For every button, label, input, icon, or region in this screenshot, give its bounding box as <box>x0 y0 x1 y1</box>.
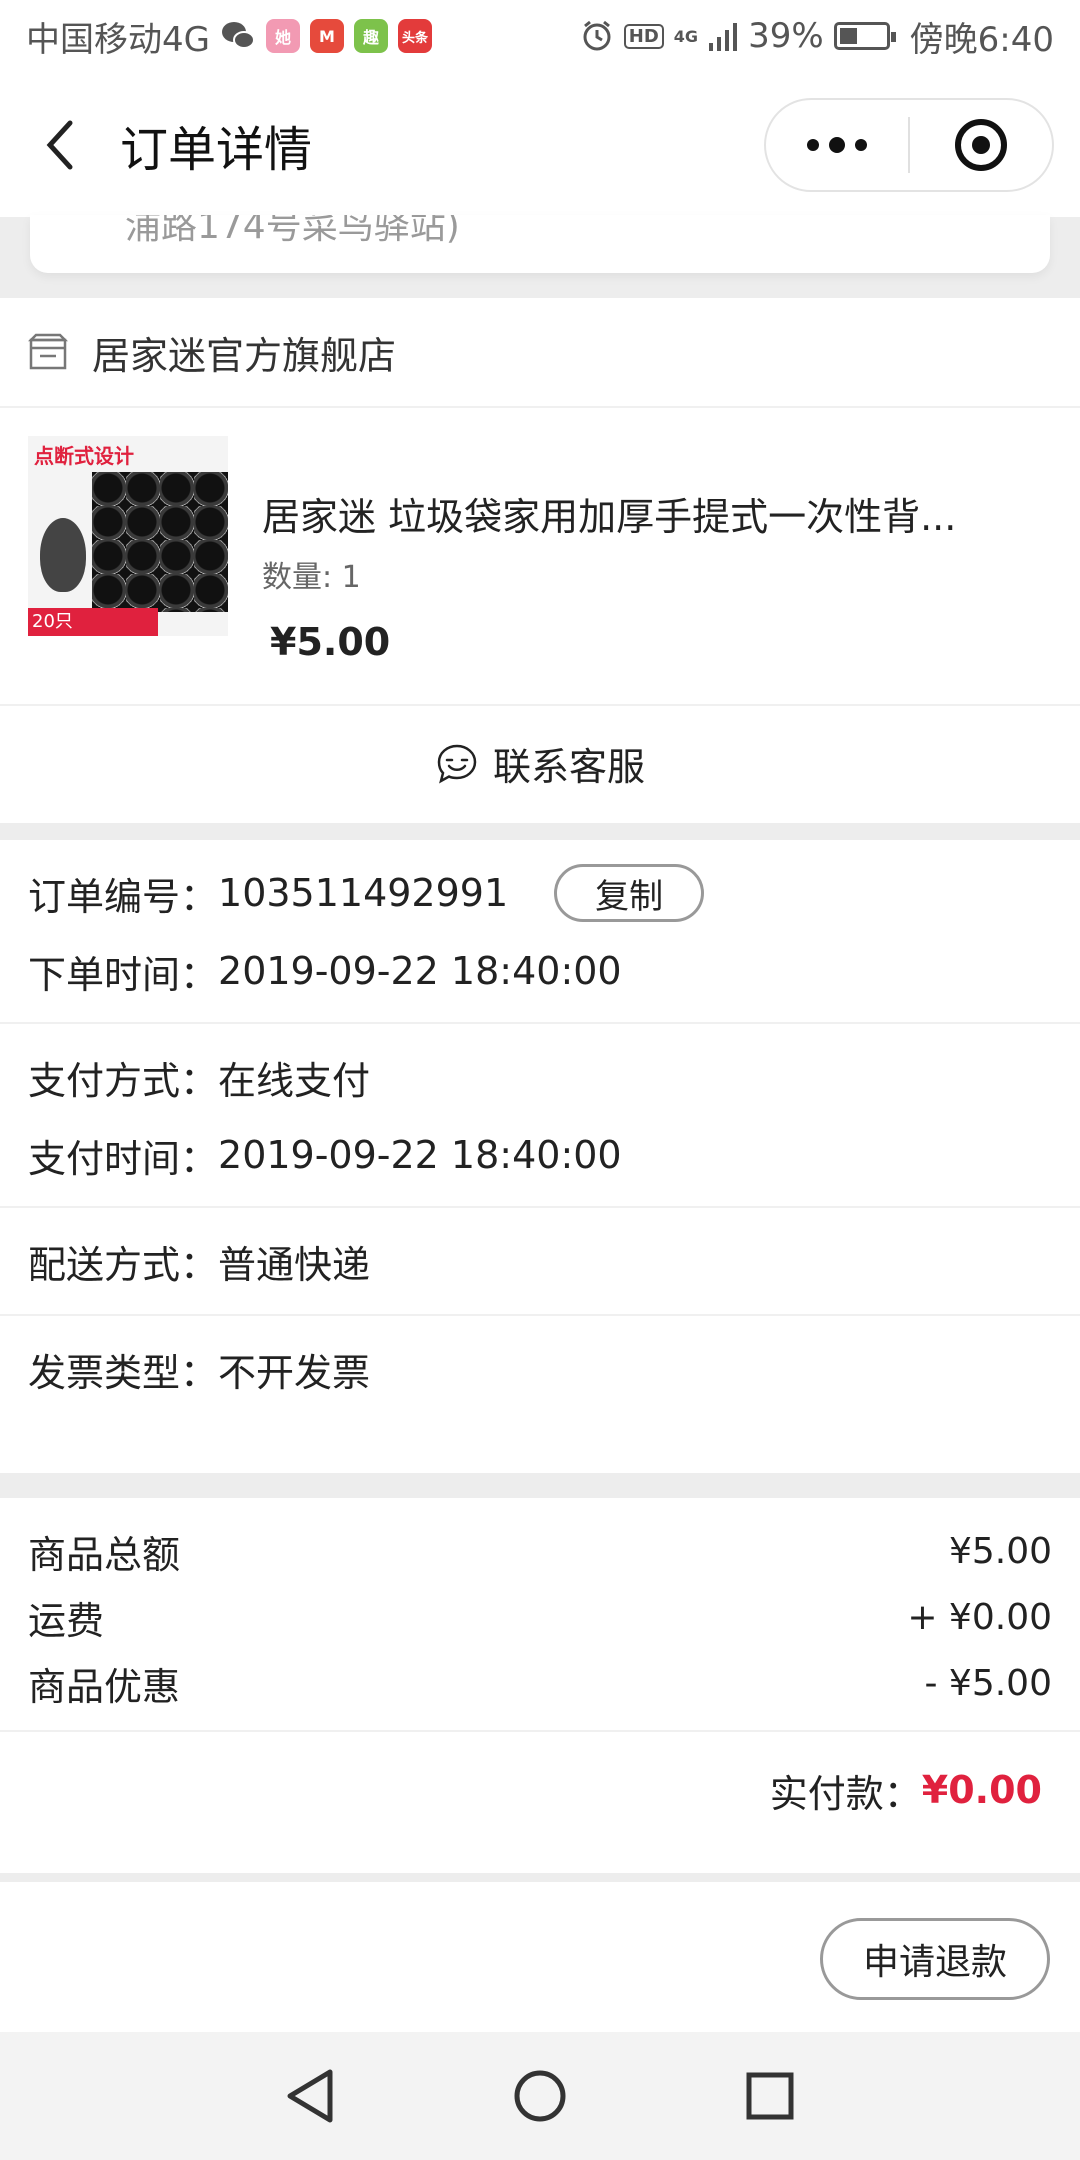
contact-service-button[interactable]: 联系客服 <box>0 706 1080 821</box>
delivery-info-group: 配送方式： 普通快递 <box>0 1208 1080 1316</box>
thumb-banner: 点断式设计 <box>34 444 134 468</box>
smile-chat-icon <box>437 744 477 784</box>
pay-method-value: 在线支付 <box>218 1058 371 1103</box>
network-type: 4G <box>673 26 699 46</box>
back-button[interactable] <box>0 72 120 217</box>
discount-row: 商品优惠 - ¥5.00 <box>28 1650 1052 1716</box>
store-row[interactable]: 居家迷官方旗舰店 <box>0 298 1080 408</box>
refund-button[interactable]: 申请退款 <box>820 1918 1050 2000</box>
product-price: ¥5.00 <box>270 620 391 664</box>
circle-home-icon <box>514 2070 566 2122</box>
delivery-value: 普通快递 <box>218 1242 371 1287</box>
wechat-icon <box>221 22 255 49</box>
thumb-rolls-image <box>92 472 228 612</box>
status-bar: 中国移动4G 她 M 趣 头条 HD 4G 39% 傍晚6:40 <box>0 0 1080 72</box>
thumb-tag: 20只 <box>28 608 158 636</box>
order-number-row: 订单编号： 103511492991 复制 <box>28 854 1052 932</box>
subtotal-row: 商品总额 ¥5.00 <box>28 1518 1052 1584</box>
pay-time-row: 支付时间： 2019-09-22 18:40:00 <box>28 1116 1052 1194</box>
store-panel: 居家迷官方旗舰店 点断式设计 20只 居家迷 垃圾袋家用加厚手提式一次性背...… <box>0 298 1080 823</box>
order-time-label: 下单时间： <box>28 952 219 997</box>
nav-bar: 订单详情 <box>0 72 1080 217</box>
payment-info-group: 支付方式： 在线支付 支付时间： 2019-09-22 18:40:00 <box>0 1024 1080 1208</box>
pay-time-value: 2019-09-22 18:40:00 <box>218 1133 622 1177</box>
thumb-bag-image <box>40 518 86 592</box>
invoice-value: 不开发票 <box>218 1350 371 1395</box>
bottom-action-bar: 申请退款 <box>0 1882 1080 2032</box>
app-icon-1: 她 <box>265 19 300 53</box>
status-bar-right: HD 4G 39% 傍晚6:40 <box>580 12 1054 61</box>
more-button[interactable] <box>766 137 908 153</box>
amount-list: 商品总额 ¥5.00 运费 + ¥0.00 商品优惠 - ¥5.00 <box>0 1498 1080 1732</box>
paid-row: 实付款： ¥0.00 <box>0 1732 1080 1848</box>
shipping-label: 运费 <box>28 1598 105 1643</box>
delivery-row: 配送方式： 普通快递 <box>28 1222 1052 1300</box>
invoice-row: 发票类型： 不开发票 <box>28 1330 1052 1408</box>
delivery-label: 配送方式： <box>28 1242 219 1287</box>
more-dot-right <box>855 139 867 151</box>
order-time-value: 2019-09-22 18:40:00 <box>218 949 622 993</box>
system-nav-bar <box>0 2032 1080 2160</box>
discount-value: - ¥5.00 <box>924 1662 1053 1704</box>
close-miniprogram-button[interactable] <box>910 119 1052 171</box>
product-item[interactable]: 点断式设计 20只 居家迷 垃圾袋家用加厚手提式一次性背... 数量: 1 ¥5… <box>0 408 1080 706</box>
address-card[interactable]: 浦路174号菜鸟驿站) <box>30 215 1050 273</box>
store-name: 居家迷官方旗舰店 <box>92 333 397 378</box>
order-info-panel: 订单编号： 103511492991 复制 下单时间： 2019-09-22 1… <box>0 840 1080 1473</box>
invoice-info-group: 发票类型： 不开发票 <box>0 1316 1080 1422</box>
app-icon-3: 趣 <box>353 19 388 53</box>
toutiao-icon: 头条 <box>397 19 432 53</box>
status-bar-left: 中国移动4G 她 M 趣 头条 <box>26 12 432 61</box>
battery-icon <box>833 22 896 50</box>
order-number-value: 103511492991 <box>218 871 509 915</box>
subtotal-value: ¥5.00 <box>948 1530 1052 1572</box>
shipping-row: 运费 + ¥0.00 <box>28 1584 1052 1650</box>
nav-recents-button[interactable] <box>740 2066 800 2126</box>
more-dots-icon <box>807 139 819 151</box>
pay-method-label: 支付方式： <box>28 1058 219 1103</box>
pay-method-row: 支付方式： 在线支付 <box>28 1038 1052 1116</box>
carrier-label: 中国移动4G <box>26 19 210 60</box>
nav-home-button[interactable] <box>510 2066 570 2126</box>
nav-back-button[interactable] <box>280 2066 340 2126</box>
store-icon <box>28 333 68 370</box>
copy-button[interactable]: 复制 <box>554 864 705 922</box>
signal-icon <box>709 23 738 51</box>
target-icon <box>955 119 1007 171</box>
page-title: 订单详情 <box>120 121 313 178</box>
order-info-group: 订单编号： 103511492991 复制 下单时间： 2019-09-22 1… <box>0 840 1080 1024</box>
product-title: 居家迷 垃圾袋家用加厚手提式一次性背... <box>262 495 957 539</box>
shipping-value: + ¥0.00 <box>907 1596 1052 1638</box>
paid-amount: ¥0.00 <box>921 1768 1042 1812</box>
chevron-left-icon <box>46 120 73 169</box>
subtotal-label: 商品总额 <box>28 1532 181 1577</box>
order-number-label: 订单编号： <box>28 874 219 919</box>
clock: 傍晚6:40 <box>909 19 1054 60</box>
hd-badge: HD <box>623 23 664 49</box>
battery-percent: 39% <box>748 16 824 56</box>
paid-label: 实付款： <box>769 1771 922 1816</box>
order-time-row: 下单时间： 2019-09-22 18:40:00 <box>28 932 1052 1010</box>
amount-panel: 商品总额 ¥5.00 运费 + ¥0.00 商品优惠 - ¥5.00 实付款： … <box>0 1498 1080 1873</box>
square-recents-icon <box>746 2072 794 2120</box>
product-thumbnail: 点断式设计 20只 <box>28 436 228 636</box>
app-icon-2: M <box>309 19 344 53</box>
triangle-back-icon <box>287 2069 333 2123</box>
discount-label: 商品优惠 <box>28 1664 181 1709</box>
more-dot-center <box>829 137 845 153</box>
pay-time-label: 支付时间： <box>28 1136 219 1181</box>
alarm-icon <box>583 20 611 51</box>
address-text: 浦路174号菜鸟驿站) <box>125 215 460 247</box>
miniprogram-capsule <box>764 98 1054 192</box>
contact-service-label: 联系客服 <box>492 745 645 789</box>
invoice-label: 发票类型： <box>28 1350 219 1395</box>
product-quantity: 数量: 1 <box>262 560 361 595</box>
